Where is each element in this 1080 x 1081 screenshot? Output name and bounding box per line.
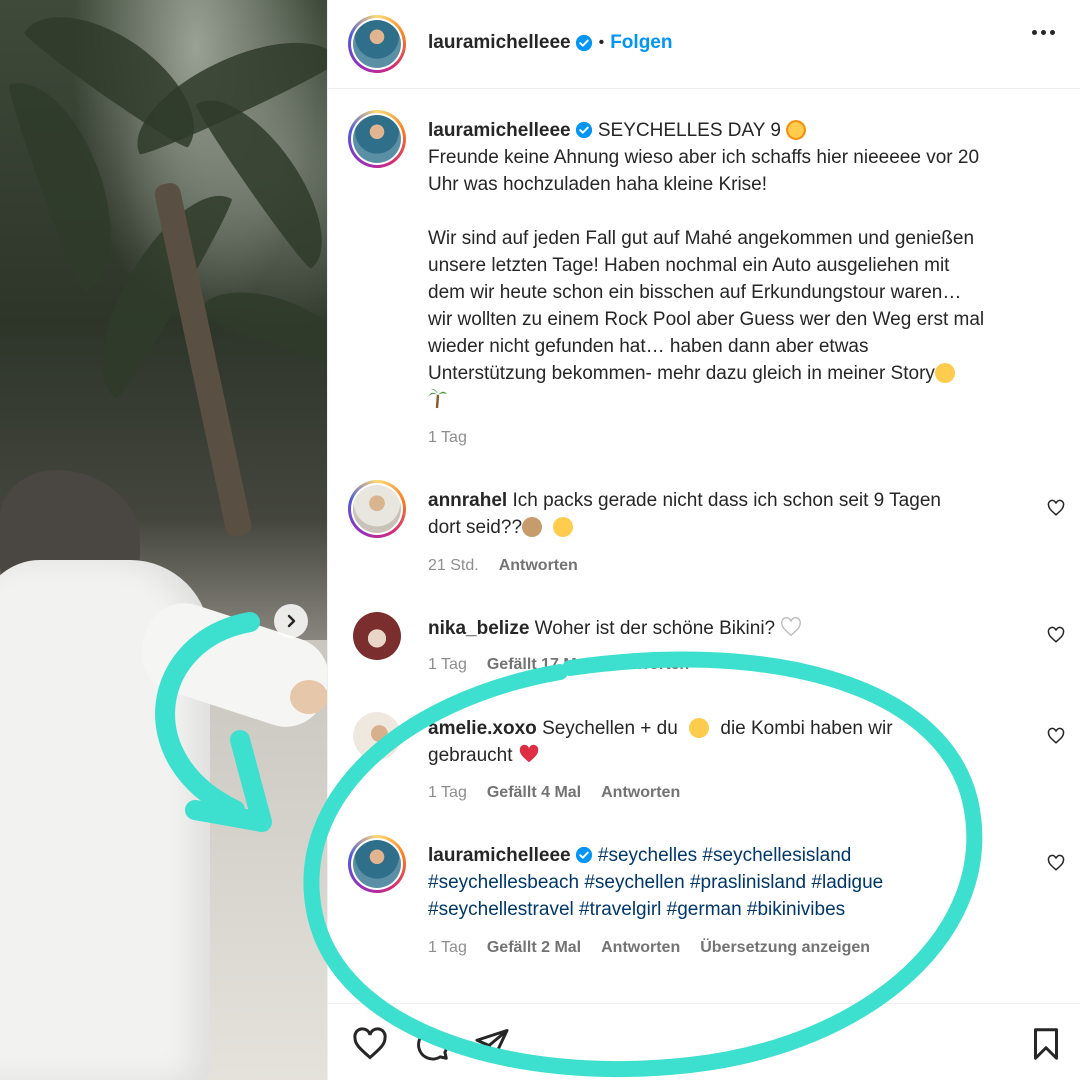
action-bar	[328, 1003, 1080, 1081]
hashtags[interactable]: #seychellestravel #travelgirl #german #b…	[428, 899, 845, 920]
comment-meta: 1 Tag Gefällt 17 Mal Antworten	[428, 656, 689, 674]
heart-icon[interactable]	[352, 1026, 388, 1062]
comment: annrahel Ich packs gerade nicht dass ich…	[428, 487, 1048, 541]
more-options-icon[interactable]	[1032, 30, 1055, 35]
comment-username[interactable]: nika_belize	[428, 618, 529, 639]
avatar[interactable]	[348, 15, 406, 73]
sun-emoji-icon	[786, 120, 807, 140]
verified-badge-icon	[575, 34, 592, 52]
caption-title: SEYCHELLES DAY 9	[597, 120, 781, 141]
caption-line: wir wollten zu einem Rock Pool aber Gues…	[428, 309, 985, 330]
hashtags[interactable]: #seychellesbeach #seychellen #praslinisl…	[428, 872, 883, 893]
post-header: lauramichelleee • Folgen	[328, 0, 1080, 89]
translate-button[interactable]: Übersetzung anzeigen	[700, 939, 870, 957]
timestamp: 1 Tag	[428, 656, 467, 673]
paper-plane-icon[interactable]	[474, 1026, 510, 1062]
like-comment-heart-icon[interactable]	[1047, 626, 1065, 644]
comment: amelie.xoxo Seychellen + du die Kombi ha…	[428, 715, 1048, 769]
avatar[interactable]	[348, 110, 406, 168]
post-detail-panel: lauramichelleee • Folgen lauramichelleee…	[327, 0, 1080, 1080]
comment-username[interactable]: annrahel	[428, 490, 507, 511]
post-author-username[interactable]: lauramichelleee	[428, 32, 571, 54]
heart-eyes-emoji-icon	[553, 517, 574, 537]
comment: lauramichelleee #seychelles #seychellesi…	[428, 842, 1048, 923]
follow-button[interactable]: Folgen	[610, 32, 672, 54]
avatar[interactable]	[348, 835, 406, 893]
reply-button[interactable]: Antworten	[610, 656, 689, 674]
smiling-emoji-icon	[934, 363, 955, 383]
monkey-emoji-icon	[522, 517, 543, 537]
post-caption: lauramichelleee SEYCHELLES DAY 9 Freunde…	[428, 117, 1048, 417]
timestamp: 1 Tag	[428, 939, 467, 956]
caption-line: unsere letzten Tage! Haben nochmal ein A…	[428, 255, 950, 276]
caption-line: Freunde keine Ahnung wieso aber ich scha…	[428, 147, 980, 168]
comment-username[interactable]: lauramichelleee	[428, 845, 571, 866]
caption-line: dem wir heute schon ein bisschen auf Erk…	[428, 282, 962, 303]
avatar[interactable]	[353, 712, 401, 760]
hashtags[interactable]: #seychelles #seychellesisland	[598, 845, 851, 866]
timestamp: 1 Tag	[428, 784, 467, 801]
palm-tree-emoji-icon	[428, 387, 448, 409]
comment-text: Seychellen + du	[542, 718, 678, 739]
reply-button[interactable]: Antworten	[601, 784, 680, 802]
comment-meta: 1 Tag Gefällt 4 Mal Antworten	[428, 784, 680, 802]
like-comment-heart-icon[interactable]	[1047, 499, 1065, 517]
caption-line: Wir sind auf jeden Fall gut auf Mahé ang…	[428, 228, 975, 249]
likes-count[interactable]: Gefällt 2 Mal	[487, 939, 581, 957]
red-heart-emoji-icon	[519, 744, 539, 763]
verified-badge-icon	[575, 846, 592, 864]
like-comment-heart-icon[interactable]	[1047, 854, 1065, 872]
caption-line: wieder nicht gefunden hat… haben dann ab…	[428, 336, 869, 357]
bookmark-icon[interactable]	[1028, 1026, 1064, 1062]
comment-text: Woher ist der schöne Bikini?	[534, 618, 776, 639]
likes-count[interactable]: Gefällt 4 Mal	[487, 784, 581, 802]
white-heart-emoji-icon	[781, 617, 802, 637]
comment-text: Ich packs gerade nicht dass ich schon se…	[512, 490, 941, 511]
post-photo	[0, 0, 327, 1080]
like-comment-heart-icon[interactable]	[1047, 727, 1065, 745]
avatar[interactable]	[348, 480, 406, 538]
comment-meta: 1 Tag Gefällt 2 Mal Antworten Übersetzun…	[428, 939, 870, 957]
caption-username[interactable]: lauramichelleee	[428, 120, 571, 141]
timestamp: 21 Std.	[428, 557, 479, 574]
comment-text: dort seid??	[428, 517, 523, 538]
avatar[interactable]	[353, 612, 401, 660]
reply-button[interactable]: Antworten	[601, 939, 680, 957]
next-photo-button[interactable]	[274, 604, 308, 638]
timestamp: 1 Tag	[428, 429, 467, 446]
comment-text: gebraucht	[428, 745, 513, 766]
separator-dot: •	[598, 34, 605, 51]
chevron-right-icon	[287, 614, 296, 628]
caption-meta: 1 Tag	[428, 429, 467, 447]
heart-eyes-emoji-icon	[689, 718, 710, 738]
verified-badge-icon	[575, 121, 592, 139]
reply-button[interactable]: Antworten	[499, 557, 578, 575]
comment-icon[interactable]	[414, 1026, 450, 1062]
caption-line: Uhr was hochzuladen haha kleine Krise!	[428, 174, 768, 195]
comment-meta: 21 Std. Antworten	[428, 557, 578, 575]
comment-text: die Kombi haben wir	[720, 718, 893, 739]
caption-line: Unterstützung bekommen- mehr dazu gleich…	[428, 363, 935, 384]
likes-count[interactable]: Gefällt 17 Mal	[487, 656, 590, 674]
comment: nika_belize Woher ist der schöne Bikini?	[428, 615, 1048, 642]
comment-username[interactable]: amelie.xoxo	[428, 718, 537, 739]
